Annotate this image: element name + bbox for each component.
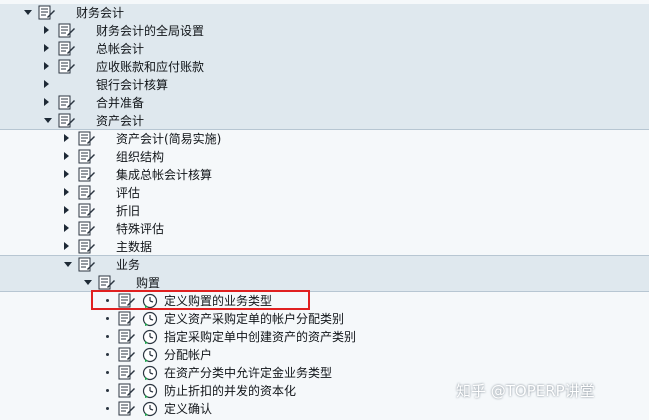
document-icon[interactable] [118,365,136,380]
document-icon[interactable] [38,5,56,20]
document-icon[interactable] [78,185,96,200]
expand-right-icon[interactable] [44,62,49,70]
execute-clock-icon[interactable] [142,401,158,417]
document-icon[interactable] [78,203,96,218]
document-icon[interactable] [118,329,136,344]
tree-row[interactable]: 财务会计的全局设置 [0,22,649,40]
tree-row[interactable]: 折旧 [0,202,649,220]
watermark-text: 知乎 @TOPERP讲堂 [456,382,595,400]
tree-row[interactable]: 资产会计 [0,112,649,130]
expand-right-icon[interactable] [64,134,69,142]
tree-row[interactable]: 财务会计 [0,4,649,22]
document-icon[interactable] [58,23,76,38]
expand-right-icon[interactable] [44,80,49,88]
tree-row[interactable]: 组织结构 [0,148,649,166]
expand-right-icon[interactable] [64,224,69,232]
document-icon[interactable] [118,347,136,362]
tree-row-label[interactable]: 银行会计核算 [96,77,168,93]
execute-clock-icon[interactable] [142,311,158,327]
bullet-icon [106,371,109,374]
document-icon[interactable] [78,167,96,182]
bullet-icon [106,335,109,338]
tree-row[interactable]: 定义资产采购定单的帐户分配类别 [0,310,649,328]
separator-line [0,129,649,130]
execute-clock-icon[interactable] [142,365,158,381]
tree-row[interactable]: 资产会计(简易实施) [0,130,649,148]
tree-row-label[interactable]: 业务 [116,257,140,273]
tree-row-label[interactable]: 购置 [136,275,160,291]
document-icon[interactable] [118,383,136,398]
document-icon[interactable] [58,95,76,110]
tree-row-label[interactable]: 财务会计 [76,5,124,21]
tree-row-label[interactable]: 分配帐户 [164,347,212,363]
document-icon[interactable] [58,59,76,74]
expand-down-icon[interactable] [24,10,32,15]
tree-row-label[interactable]: 组织结构 [116,149,164,165]
tree-row[interactable]: 合并准备 [0,94,649,112]
tree-row-label[interactable]: 定义资产采购定单的帐户分配类别 [164,311,344,327]
document-icon[interactable] [58,113,76,128]
tree-view: 财务会计财务会计的全局设置 总帐会计应收账款和应付账款 银行会计核算 合并准备资产会计… [0,0,649,418]
expand-right-icon[interactable] [64,152,69,160]
document-icon[interactable] [118,311,136,326]
document-icon[interactable] [78,221,96,236]
tree-row[interactable]: 集成总帐会计核算 [0,166,649,184]
tree-row[interactable]: 总帐会计 [0,40,649,58]
expand-right-icon[interactable] [44,98,49,106]
tree-row[interactable]: 指定采购定单中创建资产的资产类别 [0,328,649,346]
expand-right-icon[interactable] [64,242,69,250]
tree-row[interactable]: 银行会计核算 [0,76,649,94]
expand-down-icon[interactable] [44,118,52,123]
bullet-icon [106,353,109,356]
expand-down-icon[interactable] [84,280,92,285]
tree-row[interactable]: 分配帐户 [0,346,649,364]
tree-row-label[interactable]: 防止折扣的并发的资本化 [164,383,296,399]
tree-row-label[interactable]: 定义确认 [164,401,212,417]
tree-row-label[interactable]: 在资产分类中允许定金业务类型 [164,365,332,381]
expand-right-icon[interactable] [64,206,69,214]
document-icon[interactable] [78,149,96,164]
tree-row-label[interactable]: 指定采购定单中创建资产的资产类别 [164,329,356,345]
tree-row-label[interactable]: 合并准备 [96,95,144,111]
tree-row-label[interactable]: 应收账款和应付账款 [96,59,204,75]
document-icon[interactable] [78,257,96,272]
expand-right-icon[interactable] [64,188,69,196]
highlight-box [91,290,310,310]
bullet-icon [106,407,109,410]
tree-row-label[interactable]: 财务会计的全局设置 [96,23,204,39]
expand-right-icon[interactable] [44,44,49,52]
expand-down-icon[interactable] [64,262,72,267]
tree-row-label[interactable]: 总帐会计 [96,41,144,57]
tree-row-label[interactable]: 资产会计(简易实施) [116,131,221,147]
tree-row[interactable]: 特殊评估 [0,220,649,238]
document-icon[interactable] [78,131,96,146]
tree-row-label[interactable]: 主数据 [116,239,152,255]
expand-right-icon[interactable] [44,26,49,34]
bullet-icon [106,317,109,320]
tree-row-label[interactable]: 资产会计 [96,113,144,129]
bullet-icon [106,389,109,392]
expand-right-icon[interactable] [64,170,69,178]
tree-row-label[interactable]: 折旧 [116,203,140,219]
tree-row[interactable]: 应收账款和应付账款 [0,58,649,76]
execute-clock-icon[interactable] [142,347,158,363]
tree-row[interactable]: 业务 [0,256,649,274]
tree-row-label[interactable]: 特殊评估 [116,221,164,237]
execute-clock-icon[interactable] [142,329,158,345]
document-icon[interactable] [78,239,96,254]
tree-row[interactable]: 定义确认 [0,400,649,418]
separator-line [0,255,649,256]
execute-clock-icon[interactable] [142,383,158,399]
document-icon[interactable] [118,401,136,416]
tree-row[interactable]: 主数据 [0,238,649,256]
tree-row-label[interactable]: 集成总帐会计核算 [116,167,212,183]
document-icon[interactable] [58,41,76,56]
tree-row-label[interactable]: 评估 [116,185,140,201]
document-icon[interactable] [98,275,116,290]
tree-row[interactable]: 评估 [0,184,649,202]
